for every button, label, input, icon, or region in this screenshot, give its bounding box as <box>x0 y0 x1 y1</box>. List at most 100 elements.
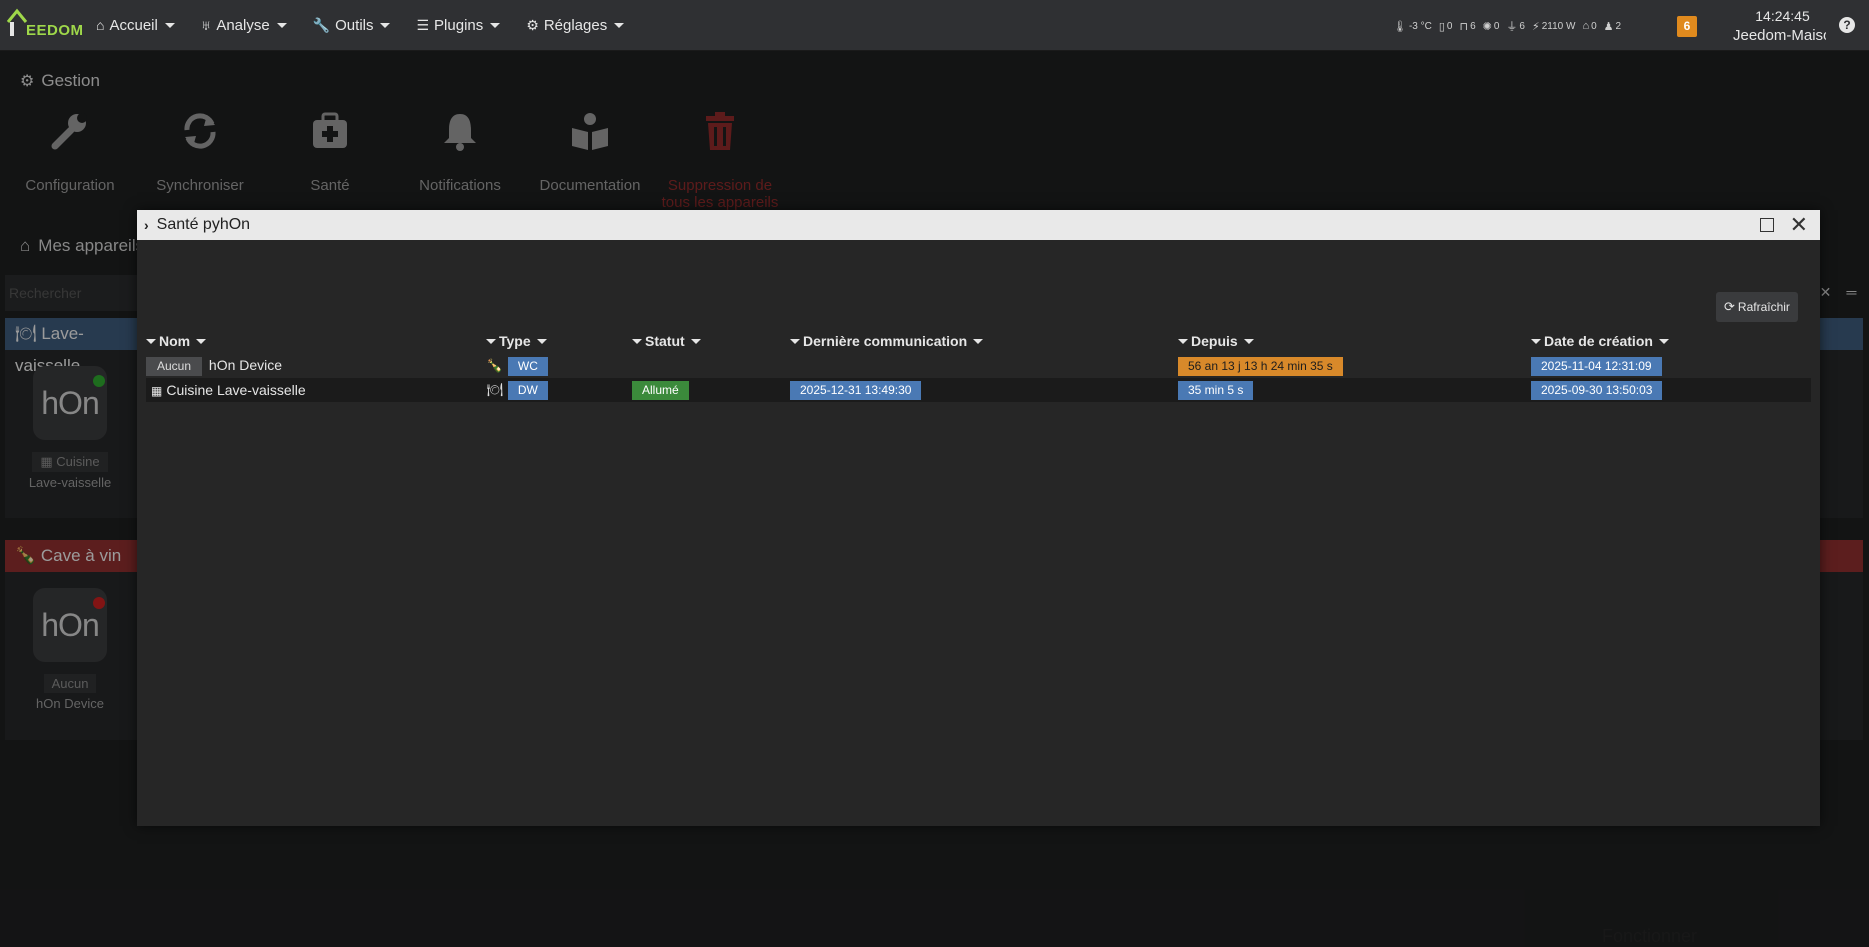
menu-reglages[interactable]: ⚙ Réglages <box>526 16 625 34</box>
menu-plugins[interactable]: ☰ Plugins <box>416 16 501 34</box>
summary-power-value: 2110 W <box>1541 20 1576 32</box>
light-icon: ✺ <box>1482 20 1492 33</box>
summary-temperature[interactable]: 🌡 -3 °C <box>1393 20 1432 33</box>
summary-windows[interactable]: ⊓ 6 <box>1459 20 1475 33</box>
help-icon[interactable]: ? <box>1839 17 1855 33</box>
sort-icon <box>632 338 642 344</box>
summary-temperature-value: -3 °C <box>1408 20 1432 32</box>
summary-status-bar: 🌡 -3 °C ▯ 0 ⊓ 6 ✺ 0 ⏚ 6 ⚡ 2110 W ⌂ 0 ♟ 2 <box>1393 18 1628 34</box>
created-badge: 2025-11-04 12:31:09 <box>1531 356 1662 376</box>
cell-since: 56 an 13 j 13 h 24 min 35 s <box>1178 354 1531 378</box>
column-label: Dernière communication <box>803 333 968 349</box>
plug-icon: ⏚ <box>1506 21 1518 33</box>
table-row: ▦ Cuisine Lave-vaisselle 🍽 DW Allumé 2025… <box>146 378 1811 402</box>
shutter-icon: ⌂ <box>1582 20 1590 32</box>
column-label: Statut <box>645 333 685 349</box>
chevron-down-icon <box>196 338 207 344</box>
summary-plugs-value: 6 <box>1519 20 1525 32</box>
utensils-icon: 🍽 <box>486 381 504 397</box>
menu-outils[interactable]: 🔧 Outils <box>313 17 391 34</box>
cell-name: ▦ Cuisine Lave-vaisselle <box>146 378 486 402</box>
object-icon: ▦ <box>151 384 163 398</box>
menu-plugins-label: Plugins <box>434 16 484 34</box>
summary-plugs[interactable]: ⏚ 6 <box>1506 18 1525 34</box>
status-badge: Allumé <box>632 380 689 400</box>
menu-analyse-label: Analyse <box>216 16 270 34</box>
column-header-type[interactable]: Type <box>486 328 632 354</box>
cell-last-comm: 2025-12-31 13:49:30 <box>790 378 1178 402</box>
person-icon: ♟ <box>1603 20 1614 33</box>
chevron-down-icon <box>690 338 701 344</box>
summary-presence-value: 2 <box>1615 20 1622 32</box>
chevron-down-icon <box>536 338 547 344</box>
column-label: Type <box>499 333 531 349</box>
cell-type: 🍽 DW <box>486 378 632 402</box>
sort-icon <box>486 338 496 344</box>
column-label: Date de création <box>1544 333 1653 349</box>
summary-presence[interactable]: ♟ 2 <box>1604 20 1621 33</box>
summary-lights-value: 0 <box>1493 20 1500 32</box>
top-navbar: EEDOM ⌂ Accueil ♅ Analyse 🔧 Outils ☰ Plu… <box>0 0 1869 51</box>
object-name: Cuisine <box>166 382 214 398</box>
device-link[interactable]: Lave-vaisselle <box>217 382 306 398</box>
summary-windows-value: 6 <box>1470 20 1476 32</box>
sort-icon <box>146 338 156 344</box>
last-comm-badge: 2025-12-31 13:49:30 <box>790 380 922 400</box>
object-badge: Aucun <box>146 356 203 376</box>
column-header-date-creation[interactable]: Date de création <box>1531 328 1811 354</box>
since-badge: 35 min 5 s <box>1178 380 1254 400</box>
since-badge: 56 an 13 j 13 h 24 min 35 s <box>1178 356 1343 376</box>
menu-accueil[interactable]: ⌂ Accueil <box>96 17 175 34</box>
chevron-down-icon <box>614 22 625 28</box>
cell-created: 2025-09-30 13:50:03 <box>1531 378 1811 402</box>
chevron-down-icon <box>1243 338 1254 344</box>
cell-status: Allumé <box>632 378 790 402</box>
health-table: Nom Type Statut Dernière communication D… <box>146 328 1811 402</box>
column-header-statut[interactable]: Statut <box>632 328 790 354</box>
type-badge: DW <box>507 380 548 400</box>
menu-analyse[interactable]: ♅ Analyse <box>201 17 287 34</box>
column-header-derniere-communication[interactable]: Dernière communication <box>790 328 1178 354</box>
column-header-nom[interactable]: Nom <box>146 328 486 354</box>
chevron-down-icon <box>380 22 391 28</box>
summary-power[interactable]: ⚡ 2110 W <box>1532 20 1575 33</box>
menu-reglages-label: Réglages <box>543 16 608 34</box>
refresh-label: Rafraîchir <box>1737 300 1790 314</box>
table-header-row: Nom Type Statut Dernière communication D… <box>146 328 1811 354</box>
sort-icon <box>1178 338 1188 344</box>
close-icon[interactable]: ✕ <box>1790 214 1808 236</box>
chevron-down-icon <box>490 22 501 28</box>
modal-titlebar[interactable]: › Santé pyhOn ✕ <box>137 210 1820 240</box>
chevron-right-icon: › <box>144 217 149 233</box>
summary-shutters-value: 0 <box>1591 20 1597 32</box>
jeedom-logo[interactable]: EEDOM <box>4 6 83 44</box>
column-header-depuis[interactable]: Depuis <box>1178 328 1531 354</box>
cell-since: 35 min 5 s <box>1178 378 1531 402</box>
door-icon: ▯ <box>1438 20 1445 33</box>
wine-bottle-icon: 🍾 <box>486 357 504 373</box>
maximize-icon[interactable] <box>1759 218 1774 232</box>
gear-icon: ⚙ <box>526 16 539 33</box>
tasks-icon: ☰ <box>416 16 430 33</box>
messages-badge[interactable]: 6 <box>1677 16 1697 37</box>
wrench-icon: 🔧 <box>312 16 331 33</box>
created-badge: 2025-09-30 13:50:03 <box>1531 380 1663 400</box>
power-icon: ⚡ <box>1531 20 1540 33</box>
column-label: Nom <box>159 333 191 349</box>
window-icon: ⊓ <box>1459 20 1469 33</box>
device-link[interactable]: hOn Device <box>209 357 282 373</box>
clock: 14:24:45 <box>1755 8 1810 24</box>
thermometer-icon: 🌡 <box>1393 20 1407 33</box>
chevron-down-icon <box>276 22 287 28</box>
menu-outils-label: Outils <box>335 16 374 34</box>
menu-accueil-label: Accueil <box>109 16 158 34</box>
refresh-button[interactable]: ⟳ Rafraîchir <box>1716 292 1798 322</box>
summary-doors[interactable]: ▯ 0 <box>1439 20 1453 33</box>
logo-brand-text: EEDOM <box>26 22 84 39</box>
summary-shutters[interactable]: ⌂ 0 <box>1582 20 1596 32</box>
house-name[interactable]: Jeedom-Maison <box>1733 27 1826 44</box>
summary-lights[interactable]: ✺ 0 <box>1483 20 1500 33</box>
chevron-down-icon <box>1658 338 1669 344</box>
chevron-down-icon <box>164 22 175 28</box>
cell-created: 2025-11-04 12:31:09 <box>1531 354 1811 378</box>
